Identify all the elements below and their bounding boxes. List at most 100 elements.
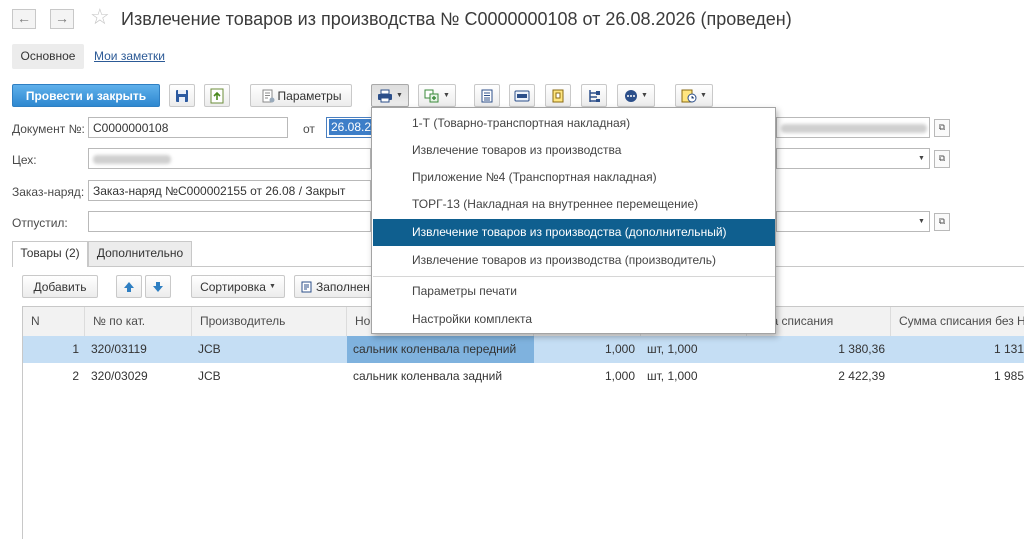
move-up-button[interactable] xyxy=(116,275,142,298)
add-row-label: Добавить xyxy=(33,279,87,294)
tab-goods[interactable]: Товары (2) xyxy=(12,241,88,267)
arrow-down-icon xyxy=(153,281,163,292)
save-icon xyxy=(176,89,188,102)
print-menu-item-print-settings[interactable]: Параметры печати xyxy=(373,278,775,305)
date-value: 26.08.2 xyxy=(329,119,374,135)
save-button[interactable] xyxy=(169,84,195,107)
parameters-icon xyxy=(262,89,275,102)
chevron-down-icon[interactable]: ▼ xyxy=(918,218,925,225)
table-cell-catalog-number[interactable]: 320/03119 xyxy=(85,336,192,362)
list-icon xyxy=(481,89,493,102)
chevron-down-icon: ▼ xyxy=(641,92,648,99)
table-cell-quantity[interactable]: 1,000 xyxy=(534,363,641,389)
open-author-button[interactable]: ⧉ xyxy=(934,119,950,137)
reports-button[interactable]: ▼ xyxy=(675,84,713,107)
print-menu-button[interactable]: ▼ xyxy=(371,84,409,107)
table-cell-writeoff-sum[interactable]: 2 422,39 xyxy=(747,363,891,389)
section-main[interactable]: Основное xyxy=(12,44,84,69)
add-row-button[interactable]: Добавить xyxy=(22,275,98,298)
post-document-icon xyxy=(210,88,224,103)
open-shop-button[interactable]: ⧉ xyxy=(934,150,950,168)
shop-label: Цех: xyxy=(12,153,37,167)
print-menu-item-extraction-additional[interactable]: Извлечение товаров из производства (допо… xyxy=(373,219,775,246)
table-cell-unit[interactable]: шт, 1,000 xyxy=(641,363,747,389)
create-based-on-button[interactable]: ▼ xyxy=(418,84,456,107)
order-field[interactable]: Заказ-наряд №С000002155 от 26.08 / Закры… xyxy=(88,180,371,201)
back-button[interactable]: ← xyxy=(12,9,36,29)
released-by-field[interactable] xyxy=(88,211,371,232)
open-icon: ⧉ xyxy=(938,122,946,132)
forward-button[interactable]: → xyxy=(50,9,74,29)
arrow-up-icon xyxy=(124,281,134,292)
redacted-shop xyxy=(93,155,171,165)
sort-label: Сортировка xyxy=(200,279,266,294)
document-number-field[interactable]: С0000000108 xyxy=(88,117,288,138)
column-header-catalog-number[interactable]: № по кат. xyxy=(85,307,192,336)
table-cell-writeoff-sum[interactable]: 1 380,36 xyxy=(747,336,891,362)
table-cell-name[interactable]: сальник коленвала передний xyxy=(347,336,534,362)
column-header-n[interactable]: N xyxy=(23,307,85,336)
date-from-label: от xyxy=(303,122,315,136)
more-actions-button[interactable]: ▼ xyxy=(617,84,655,107)
released-by-field-right[interactable] xyxy=(776,211,930,232)
window-title: Извлечение товаров из производства № С00… xyxy=(121,9,792,29)
hierarchy-button[interactable] xyxy=(581,84,607,107)
print-menu-item-appendix-4[interactable]: Приложение №4 (Транспортная накладная) xyxy=(373,164,775,191)
table-cell-n[interactable]: 1 xyxy=(23,336,85,362)
card-icon xyxy=(514,90,530,101)
document-yellow-icon xyxy=(552,89,564,102)
author-field[interactable] xyxy=(776,117,930,138)
print-menu-item-extraction-manufacturer[interactable]: Извлечение товаров из производства (прои… xyxy=(373,247,775,274)
favorite-star-icon[interactable]: ☆ xyxy=(90,5,110,29)
arrow-right-icon: → xyxy=(55,10,69,26)
chevron-down-icon[interactable]: ▼ xyxy=(918,155,925,162)
table-cell-catalog-number[interactable]: 320/03029 xyxy=(85,363,192,389)
printer-icon xyxy=(378,89,393,102)
order-label: Заказ-наряд: xyxy=(12,185,85,199)
report-clock-icon xyxy=(681,89,697,102)
post-and-close-label: Провести и закрыть xyxy=(25,88,147,103)
fill-label: Заполнен xyxy=(316,279,370,294)
chevron-down-icon: ▼ xyxy=(700,92,707,99)
section-my-notes-link[interactable]: Мои заметки xyxy=(94,49,165,63)
print-menu-item-torg-13[interactable]: ТОРГ-13 (Накладная на внутреннее перемещ… xyxy=(373,191,775,218)
released-by-label: Отпустил: xyxy=(12,216,68,230)
chevron-down-icon: ▼ xyxy=(396,92,403,99)
attachments-button[interactable] xyxy=(545,84,571,107)
parameters-button[interactable]: Параметры xyxy=(250,84,352,107)
structure-button[interactable] xyxy=(509,84,535,107)
more-icon xyxy=(625,89,638,102)
table-cell-unit[interactable]: шт, 1,000 xyxy=(641,336,747,362)
table-cell-n[interactable]: 2 xyxy=(23,363,85,389)
table-cell-name[interactable]: сальник коленвала задний xyxy=(347,363,534,389)
tab-additional[interactable]: Дополнительно xyxy=(88,241,192,266)
post-and-close-button[interactable]: Провести и закрыть xyxy=(12,84,160,107)
print-menu-item-kit-settings[interactable]: Настройки комплекта xyxy=(373,306,775,333)
column-header-writeoff-sum-no-vat[interactable]: Сумма списания без Н xyxy=(891,307,1024,336)
chevron-down-icon: ▼ xyxy=(268,283,276,290)
create-based-on-icon xyxy=(424,89,439,102)
shop-field[interactable] xyxy=(88,148,371,169)
table-cell-manufacturer[interactable]: JCB xyxy=(192,363,347,389)
print-menu-item-ttn[interactable]: 1-Т (Товарно-транспортная накладная) xyxy=(373,110,775,137)
table-cell-quantity[interactable]: 1,000 xyxy=(534,336,641,362)
sort-button[interactable]: Сортировка ▼ xyxy=(191,275,285,298)
open-icon: ⧉ xyxy=(938,153,946,163)
hierarchy-icon xyxy=(589,89,600,102)
chevron-down-icon: ▼ xyxy=(443,92,450,99)
table-cell-writeoff-sum-no-vat[interactable]: 1 131 xyxy=(891,336,1024,362)
move-down-button[interactable] xyxy=(145,275,171,298)
table-cell-writeoff-sum-no-vat[interactable]: 1 985 xyxy=(891,363,1024,389)
column-header-manufacturer[interactable]: Производитель xyxy=(192,307,347,336)
open-released-by-button[interactable]: ⧉ xyxy=(934,213,950,231)
table-cell-manufacturer[interactable]: JCB xyxy=(192,336,347,362)
date-field[interactable]: 26.08.2 xyxy=(326,117,376,138)
print-menu-separator xyxy=(373,276,775,277)
redacted-author xyxy=(781,124,927,134)
document-list-button[interactable] xyxy=(474,84,500,107)
print-menu: 1-Т (Товарно-транспортная накладная) Изв… xyxy=(371,107,776,334)
parameters-label: Параметры xyxy=(277,88,342,103)
post-button[interactable] xyxy=(204,84,230,107)
print-menu-item-extraction[interactable]: Извлечение товаров из производства xyxy=(373,137,775,164)
shop-field-right[interactable] xyxy=(776,148,930,169)
